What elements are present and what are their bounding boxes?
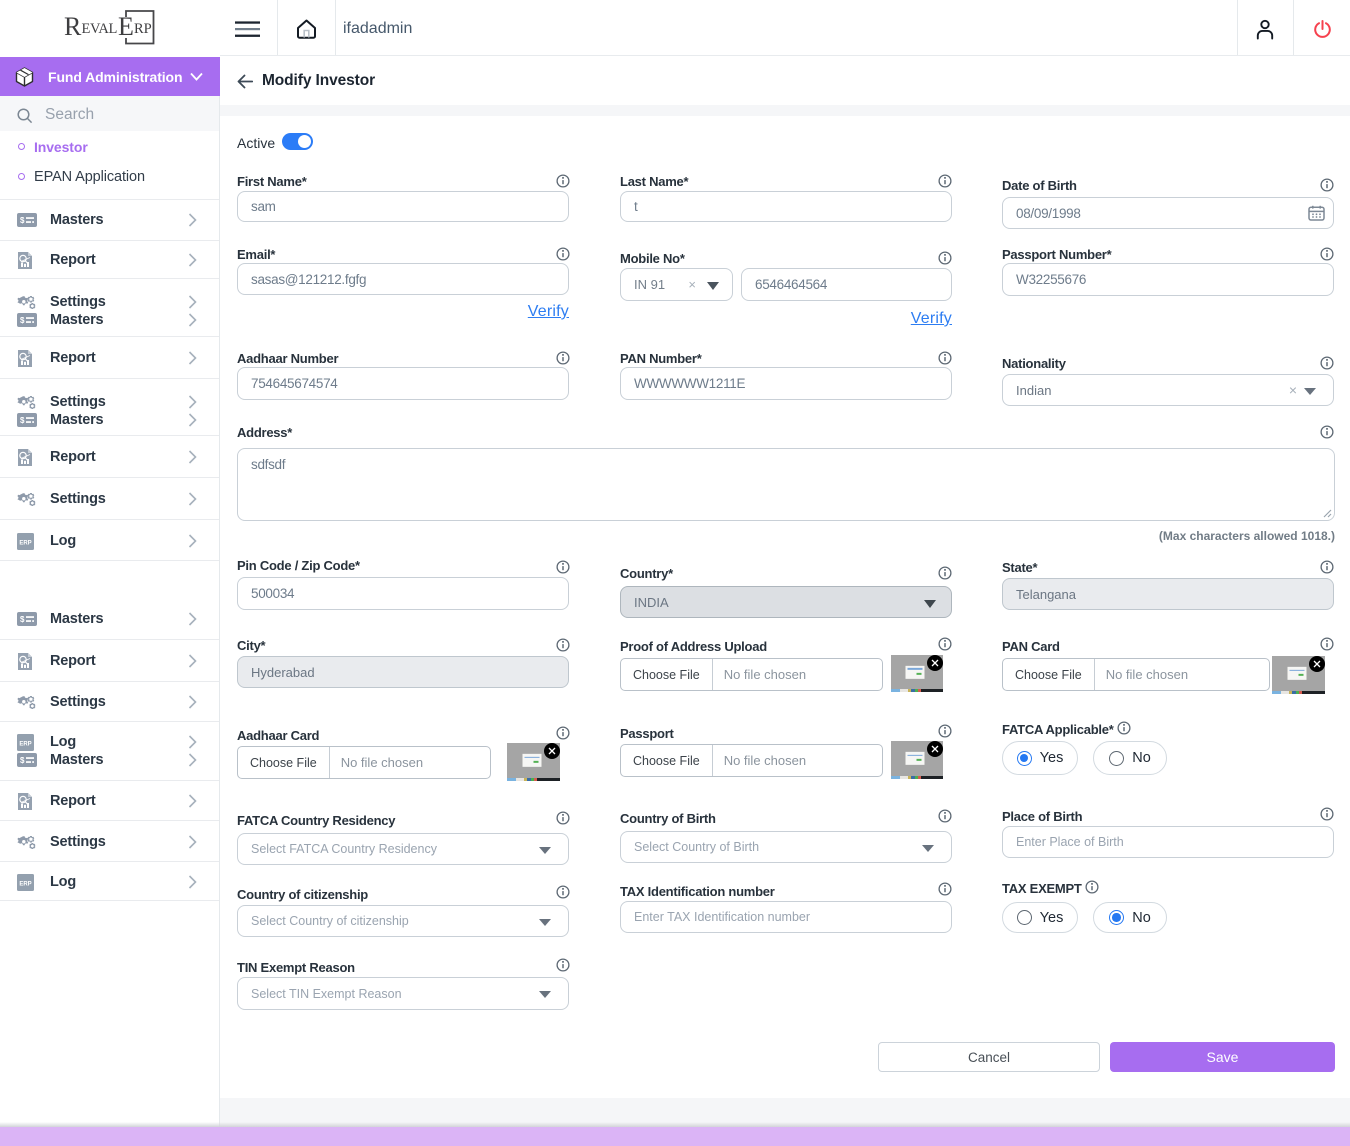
svg-text:ERP: ERP bbox=[19, 741, 31, 747]
svg-text:ERP: ERP bbox=[19, 881, 31, 887]
svg-text:$: $ bbox=[20, 316, 25, 325]
svg-text:$: $ bbox=[20, 416, 25, 425]
svg-text:$: $ bbox=[20, 216, 25, 225]
svg-text:ERP: ERP bbox=[19, 540, 31, 546]
svg-text:$: $ bbox=[20, 756, 25, 765]
svg-text:$: $ bbox=[20, 615, 25, 624]
